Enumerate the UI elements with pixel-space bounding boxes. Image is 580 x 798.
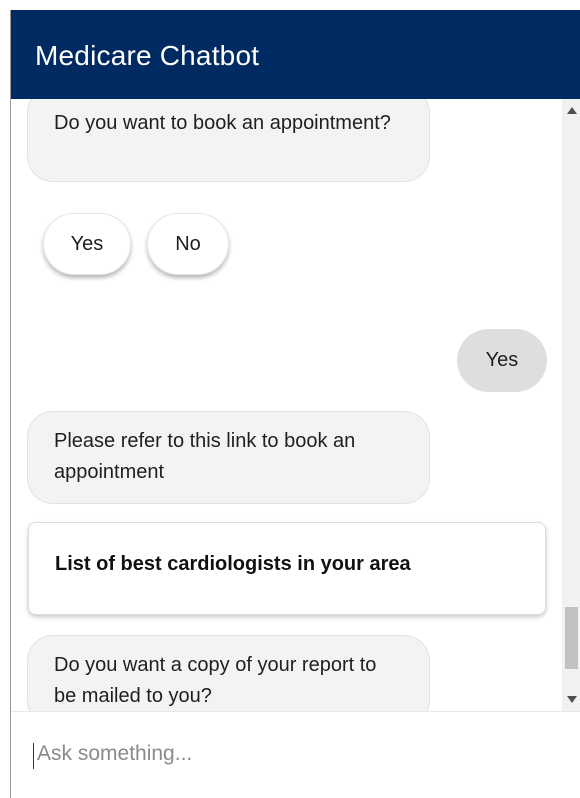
- bot-message-refer-link: Please refer to this link to book an app…: [27, 411, 430, 504]
- chat-title: Medicare Chatbot: [35, 40, 260, 71]
- user-message-yes: Yes: [457, 329, 547, 392]
- chat-window: Medicare Chatbot Do you want to book an …: [10, 10, 580, 798]
- chat-scrollbar[interactable]: [562, 99, 580, 711]
- text-caret: [33, 743, 34, 769]
- scroll-down-arrow-icon[interactable]: [567, 696, 577, 703]
- scroll-up-arrow-icon[interactable]: [567, 107, 577, 114]
- scrollbar-thumb[interactable]: [565, 607, 578, 669]
- chat-header: Medicare Chatbot: [11, 10, 580, 99]
- quick-reply-no-button[interactable]: No: [147, 213, 229, 275]
- message-input-area: [11, 711, 580, 798]
- cardiologists-link-card[interactable]: List of best cardiologists in your area: [28, 522, 546, 615]
- bot-message-book-question: Do you want to book an appointment?: [27, 99, 430, 182]
- quick-reply-yes-button[interactable]: Yes: [43, 213, 131, 275]
- message-input[interactable]: [33, 736, 557, 772]
- message-list[interactable]: Do you want to book an appointment? Yes …: [11, 99, 562, 711]
- bot-message-copy-question: Do you want a copy of your report to be …: [27, 635, 430, 711]
